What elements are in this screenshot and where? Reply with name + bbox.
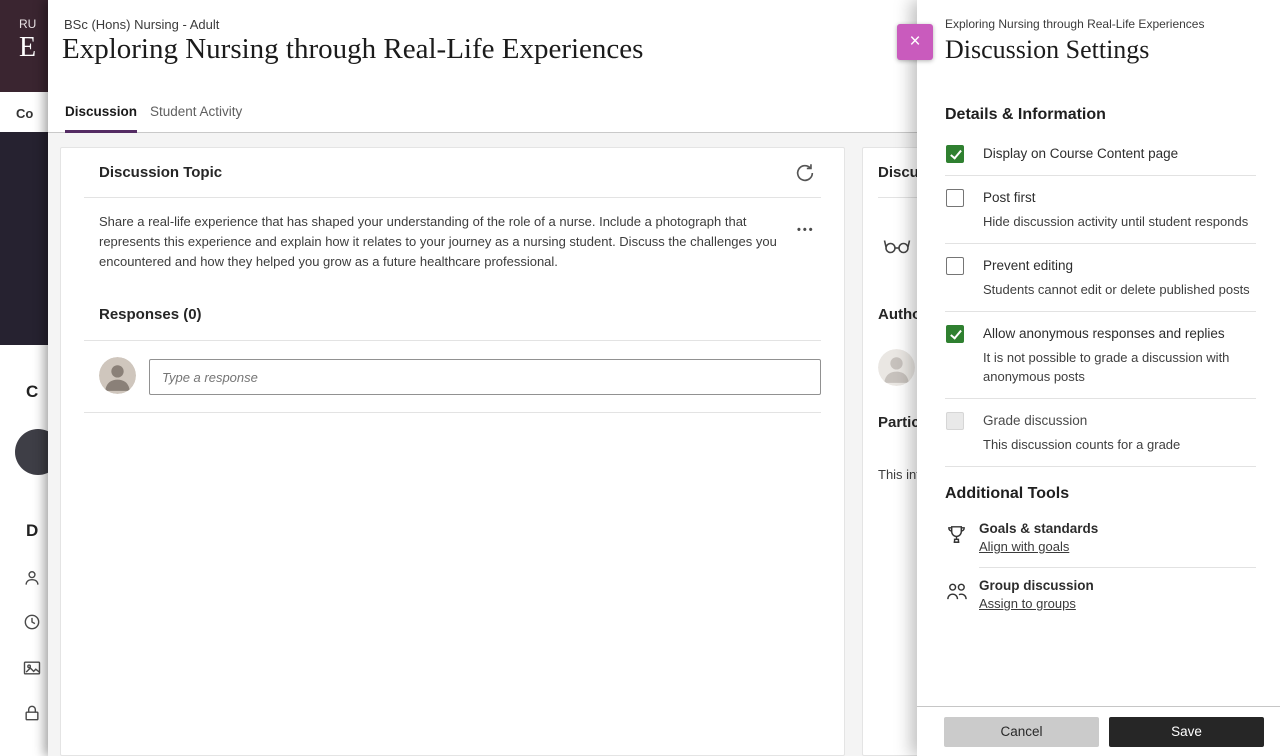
settings-panel-title: Discussion Settings bbox=[945, 35, 1149, 65]
page-title: Exploring Nursing through Real-Life Expe… bbox=[62, 33, 643, 66]
tab-student-activity[interactable]: Student Activity bbox=[150, 92, 242, 132]
response-input[interactable] bbox=[149, 359, 821, 395]
checkbox[interactable] bbox=[946, 189, 964, 207]
image-icon bbox=[22, 658, 42, 678]
author-avatar bbox=[878, 349, 915, 386]
breadcrumb: BSc (Hons) Nursing - Adult bbox=[64, 17, 219, 32]
tool-goals-standards: Goals & standards Align with goals bbox=[945, 511, 1256, 567]
author-heading: Autho bbox=[878, 306, 921, 323]
discussion-topic-body: Share a real-life experience that has sh… bbox=[99, 212, 789, 272]
divider bbox=[84, 197, 821, 198]
option-description: This discussion counts for a grade bbox=[983, 435, 1256, 454]
base-course-title: E bbox=[19, 32, 36, 64]
responses-heading: Responses (0) bbox=[99, 306, 202, 323]
checkbox[interactable] bbox=[946, 145, 964, 163]
base-section-heading: D bbox=[26, 521, 38, 541]
option-display-on-course-content: Display on Course Content page bbox=[945, 132, 1256, 176]
settings-context-title: Exploring Nursing through Real-Life Expe… bbox=[945, 17, 1204, 31]
option-label: Post first bbox=[983, 190, 1036, 205]
more-options-icon[interactable]: ••• bbox=[797, 224, 815, 236]
group-people-icon bbox=[945, 580, 968, 603]
option-description: Hide discussion activity until student r… bbox=[983, 212, 1256, 231]
roster-icon bbox=[22, 568, 42, 588]
tool-group-discussion: Group discussion Assign to groups bbox=[945, 568, 1256, 624]
base-tab-content: Co bbox=[16, 106, 33, 121]
user-avatar bbox=[99, 357, 136, 394]
save-button[interactable]: Save bbox=[1109, 717, 1264, 747]
divider bbox=[84, 340, 821, 341]
settings-footer: Cancel Save bbox=[917, 706, 1280, 756]
base-course-header: RU E bbox=[0, 0, 48, 92]
align-with-goals-link[interactable]: Align with goals bbox=[979, 539, 1069, 554]
option-post-first: Post first Hide discussion activity unti… bbox=[945, 176, 1256, 244]
option-description: It is not possible to grade a discussion… bbox=[983, 348, 1256, 386]
base-avatar bbox=[15, 429, 48, 475]
checkbox[interactable] bbox=[946, 325, 964, 343]
details-heading: Discu bbox=[878, 164, 919, 181]
discussion-topic-heading: Discussion Topic bbox=[99, 164, 222, 181]
base-section-heading: C bbox=[26, 382, 38, 402]
settings-body: Details & Information Display on Course … bbox=[945, 94, 1256, 704]
discussion-topic-card: Discussion Topic Share a real-life exper… bbox=[60, 147, 845, 756]
tab-discussion[interactable]: Discussion bbox=[65, 92, 137, 132]
divider bbox=[84, 412, 821, 413]
lock-icon bbox=[22, 703, 42, 723]
base-course-banner bbox=[0, 132, 48, 345]
tool-label: Group discussion bbox=[979, 578, 1256, 593]
details-information-heading: Details & Information bbox=[945, 106, 1256, 124]
anonymous-glasses-icon bbox=[883, 237, 911, 255]
cancel-button[interactable]: Cancel bbox=[944, 717, 1099, 747]
base-course-page: RU E Co C D bbox=[0, 0, 48, 756]
checkbox[interactable] bbox=[946, 412, 964, 430]
option-label: Grade discussion bbox=[983, 413, 1087, 428]
option-label: Display on Course Content page bbox=[983, 146, 1178, 161]
participants-info-text: This inf bbox=[878, 467, 920, 482]
close-panel-button[interactable]: × bbox=[897, 24, 933, 60]
screen: RU E Co C D BSc (Hons) Nursing - Adult E… bbox=[0, 0, 1280, 756]
option-label: Allow anonymous responses and replies bbox=[983, 326, 1225, 341]
assign-to-groups-link[interactable]: Assign to groups bbox=[979, 596, 1076, 611]
option-label: Prevent editing bbox=[983, 258, 1073, 273]
refresh-icon[interactable] bbox=[794, 162, 816, 184]
checkbox[interactable] bbox=[946, 257, 964, 275]
clock-icon bbox=[22, 612, 42, 632]
goals-trophy-icon bbox=[945, 523, 968, 546]
option-allow-anonymous: Allow anonymous responses and replies It… bbox=[945, 312, 1256, 399]
base-brand-text: RU bbox=[19, 17, 36, 31]
option-description: Students cannot edit or delete published… bbox=[983, 280, 1256, 299]
discussion-settings-panel: Exploring Nursing through Real-Life Expe… bbox=[917, 0, 1280, 756]
option-prevent-editing: Prevent editing Students cannot edit or … bbox=[945, 244, 1256, 312]
tool-label: Goals & standards bbox=[979, 521, 1256, 536]
option-grade-discussion: Grade discussion This discussion counts … bbox=[945, 399, 1256, 467]
participants-heading: Partic bbox=[878, 414, 920, 431]
additional-tools-heading: Additional Tools bbox=[945, 485, 1256, 503]
